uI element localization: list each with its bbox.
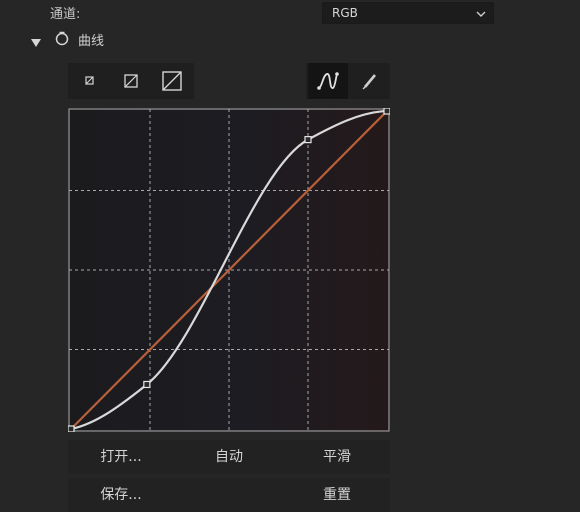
curve-control-point[interactable] (68, 425, 75, 432)
channel-label: 通道: (50, 7, 81, 22)
section-title: 曲线 (78, 34, 105, 49)
curve-size-toolbar (68, 63, 194, 99)
curve-control-point[interactable] (383, 108, 390, 115)
curve-control-point[interactable] (304, 136, 312, 144)
reset-button[interactable]: 重置 (294, 478, 380, 512)
curve-preview-large-icon[interactable] (152, 63, 192, 99)
curves-graph[interactable] (68, 108, 390, 432)
curve-actions-row-2: 保存... 重置 (68, 478, 390, 512)
smooth-button[interactable]: 平滑 (294, 440, 380, 474)
channel-select[interactable]: RGB (322, 2, 494, 24)
curve-preview-medium-icon[interactable] (111, 63, 151, 99)
chevron-down-icon (475, 8, 487, 22)
stopwatch-icon[interactable] (54, 30, 70, 50)
curve-preview-small-icon[interactable] (70, 63, 110, 99)
curve-control-point[interactable] (143, 380, 151, 389)
auto-button[interactable]: 自动 (186, 440, 272, 474)
collapse-triangle-icon[interactable] (30, 33, 42, 52)
channel-select-value: RGB (332, 6, 358, 20)
open-button[interactable]: 打开... (78, 440, 164, 474)
pencil-draw-icon[interactable] (350, 63, 390, 99)
save-button[interactable]: 保存... (78, 478, 164, 512)
curve-mode-toolbar (306, 63, 390, 99)
curve-actions-row-1: 打开... 自动 平滑 (68, 440, 390, 474)
curve-edit-icon[interactable] (308, 63, 348, 99)
